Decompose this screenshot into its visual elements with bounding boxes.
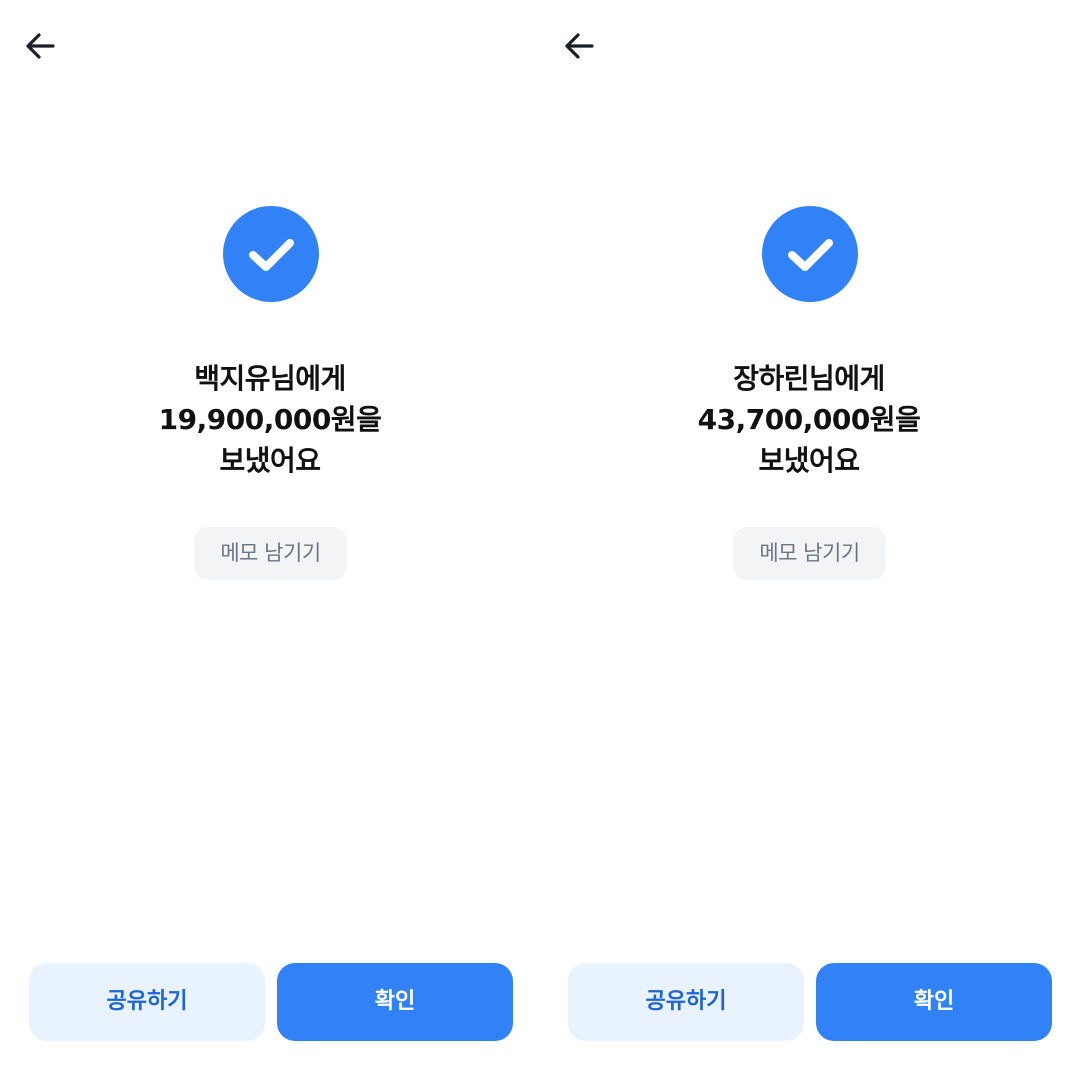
amount-line: 43,700,000원을 bbox=[697, 403, 921, 436]
checkmark-icon bbox=[788, 239, 833, 271]
memo-button[interactable]: 메모 남기기 bbox=[194, 527, 347, 580]
status-line: 보냈어요 bbox=[758, 444, 860, 477]
split-screenshot: 백지유님에게 19,900,000원을 보냈어요 메모 남기기 공유하기 확인 … bbox=[0, 0, 1080, 1080]
share-button[interactable]: 공유하기 bbox=[29, 963, 265, 1041]
confirm-button[interactable]: 확인 bbox=[277, 963, 513, 1041]
success-badge bbox=[223, 206, 319, 302]
status-line: 보냈어요 bbox=[219, 444, 321, 477]
confirm-button[interactable]: 확인 bbox=[816, 963, 1052, 1041]
memo-button[interactable]: 메모 남기기 bbox=[733, 527, 886, 580]
transfer-complete-screen-2: 장하린님에게 43,700,000원을 보냈어요 메모 남기기 공유하기 확인 bbox=[539, 0, 1079, 1080]
checkmark-icon bbox=[249, 239, 294, 271]
recipient-line: 장하린님에게 bbox=[733, 362, 885, 395]
transfer-complete-screen-1: 백지유님에게 19,900,000원을 보냈어요 메모 남기기 공유하기 확인 bbox=[0, 0, 540, 1080]
share-button[interactable]: 공유하기 bbox=[568, 963, 804, 1041]
transfer-message: 백지유님에게 19,900,000원을 보냈어요 bbox=[70, 358, 470, 481]
amount-line: 19,900,000원을 bbox=[158, 403, 382, 436]
success-badge bbox=[762, 206, 858, 302]
back-arrow-icon bbox=[26, 33, 55, 59]
back-arrow-icon bbox=[565, 33, 594, 59]
recipient-line: 백지유님에게 bbox=[194, 362, 346, 395]
back-button[interactable] bbox=[561, 28, 599, 64]
back-button[interactable] bbox=[22, 28, 60, 64]
transfer-message: 장하린님에게 43,700,000원을 보냈어요 bbox=[609, 358, 1009, 481]
